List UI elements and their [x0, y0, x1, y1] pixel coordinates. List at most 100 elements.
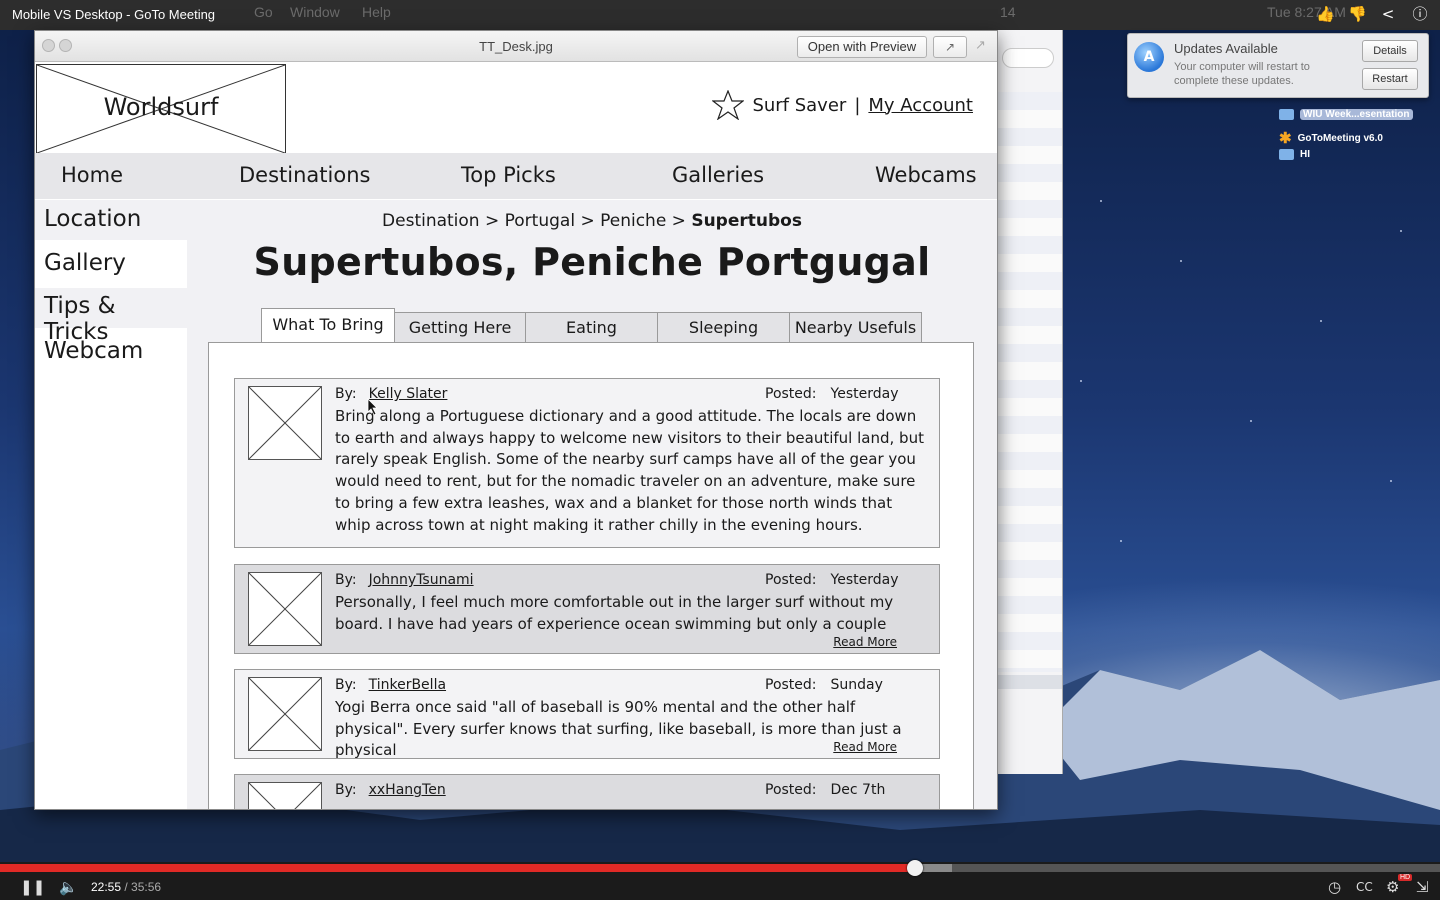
breadcrumb-path[interactable]: Destination > Portugal > Peniche > [382, 211, 691, 231]
search-field[interactable] [1002, 48, 1054, 68]
wireframe-image: Worldsurf Surf Saver | My Account Home D… [35, 62, 997, 809]
nav-destinations[interactable]: Destinations [239, 163, 370, 187]
menu-help[interactable]: Help [362, 4, 391, 20]
video-title[interactable]: Mobile VS Desktop - GoTo Meeting [12, 7, 215, 22]
tab-getting-here[interactable]: Getting Here [394, 312, 526, 344]
main-content: Destination > Portugal > Peniche > Super… [187, 200, 997, 809]
post-image-placeholder [248, 572, 322, 646]
nav-webcams[interactable]: Webcams [875, 163, 977, 187]
update-notification[interactable]: A Updates Available Your computer will r… [1127, 33, 1429, 98]
star [1400, 230, 1402, 232]
placeholder-x-icon [248, 782, 322, 809]
posted-value: Yesterday [830, 386, 899, 402]
by-label: By: [335, 386, 357, 402]
by-label: By: [335, 782, 357, 798]
post-date: Posted: Yesterday [765, 386, 898, 402]
placeholder-x-icon [248, 572, 322, 646]
by-label: By: [335, 572, 357, 588]
post-card: By: TinkerBella Posted: Sunday Yogi Berra … [234, 669, 940, 759]
fullscreen-icon[interactable]: ↗ [975, 38, 986, 53]
tab-what-to-bring[interactable]: What To Bring [261, 308, 395, 343]
desktop-item-app[interactable]: ✱ GoToMeeting v6.0 [1279, 129, 1383, 147]
star [1320, 320, 1322, 322]
post-date: Posted: Dec 7th [765, 782, 885, 798]
header-links: Surf Saver | My Account [712, 90, 973, 120]
dislike-icon[interactable]: 👎 [1348, 6, 1367, 22]
preview-window: TT_Desk.jpg Open with Preview ↗ ↗ Worlds… [34, 30, 998, 810]
open-with-preview-button[interactable]: Open with Preview [797, 36, 927, 58]
posted-value: Dec 7th [830, 782, 886, 798]
post-body: Personally, I feel much more comfortable… [335, 593, 894, 633]
progress-scrubber[interactable] [907, 860, 923, 876]
share-button[interactable]: ↗ [933, 36, 967, 58]
star-icon[interactable] [712, 90, 745, 120]
volume-icon[interactable]: 🔈 [59, 878, 78, 896]
surf-saver-link[interactable]: Surf Saver [752, 95, 846, 116]
post-date: Posted: Sunday [765, 677, 883, 693]
desktop-item-folder[interactable]: HI [1279, 149, 1310, 160]
nav-home[interactable]: Home [61, 163, 123, 187]
logo-placeholder[interactable]: Worldsurf [36, 64, 286, 154]
sidebar-item-gallery[interactable]: Gallery [44, 250, 126, 276]
share-icon[interactable]: < [1380, 6, 1396, 22]
background-window[interactable] [996, 30, 1063, 774]
settings-gear-icon[interactable]: ⚙ [1386, 878, 1399, 896]
menu-go[interactable]: Go [254, 4, 273, 20]
placeholder-x-icon [248, 677, 322, 751]
posted-label: Posted: [765, 782, 817, 798]
tab-sleeping[interactable]: Sleeping [657, 312, 790, 344]
desktop-item-label: HI [1300, 149, 1310, 160]
share-arrow-icon: ↗ [944, 40, 956, 54]
author-link[interactable]: xxHangTen [369, 782, 446, 798]
post-author: By: TinkerBella [335, 677, 446, 693]
author-link[interactable]: Kelly Slater [369, 386, 448, 402]
desktop-item-folder[interactable]: WIU Week...esentation [1279, 109, 1413, 120]
fullscreen-exit-icon[interactable]: ⇲ [1416, 878, 1429, 896]
post-author: By: JohnnyTsunami [335, 572, 474, 588]
sidebar-item-webcam[interactable]: Webcam [44, 338, 143, 364]
posted-value: Sunday [830, 677, 883, 693]
post-body: Bring along a Portuguese dictionary and … [335, 407, 924, 534]
my-account-link[interactable]: My Account [868, 95, 973, 116]
author-link[interactable]: JohnnyTsunami [369, 572, 474, 588]
like-icon[interactable]: 👍 [1316, 6, 1335, 22]
nav-top-picks[interactable]: Top Picks [461, 163, 556, 187]
star [1390, 480, 1392, 482]
breadcrumb-current: Supertubos [691, 211, 802, 231]
post-card: By: Kelly Slater Posted: Yesterday Bring a… [234, 378, 940, 548]
post-image-placeholder [248, 677, 322, 751]
watch-later-icon[interactable]: ◷ [1328, 878, 1341, 896]
desktop-item-label: WIU Week...esentation [1300, 109, 1413, 120]
breadcrumb: Destination > Portugal > Peniche > Super… [187, 211, 997, 231]
read-more-link[interactable]: Read More [833, 740, 897, 754]
pause-icon[interactable]: ❚❚ [20, 878, 45, 896]
list-footer [996, 675, 1062, 689]
star [1080, 380, 1082, 382]
folder-icon [1279, 109, 1294, 120]
info-icon[interactable]: ⓘ [1412, 6, 1428, 22]
details-button[interactable]: Details [1362, 40, 1418, 62]
post-author: By: xxHangTen [335, 782, 446, 798]
mouse-cursor-icon [367, 398, 378, 416]
sidebar-item-location[interactable]: Location [44, 206, 141, 232]
by-label: By: [335, 677, 357, 693]
window-titlebar[interactable]: TT_Desk.jpg Open with Preview ↗ ↗ [35, 31, 997, 62]
app-store-icon: A [1134, 42, 1164, 72]
tab-nearby-usefuls[interactable]: Nearby Usefuls [789, 312, 922, 344]
nav-galleries[interactable]: Galleries [672, 163, 764, 187]
logo-text: Worldsurf [103, 93, 219, 121]
read-more-link[interactable]: Read More [833, 635, 897, 649]
posted-label: Posted: [765, 386, 817, 402]
placeholder-x-icon [248, 386, 322, 460]
author-link[interactable]: TinkerBella [369, 677, 446, 693]
menu-window[interactable]: Window [290, 4, 340, 20]
captions-icon[interactable]: CC [1356, 880, 1373, 894]
duration: / 35:56 [124, 880, 162, 894]
notification-title: Updates Available [1174, 41, 1278, 56]
tab-eating[interactable]: Eating [525, 312, 658, 344]
restart-button[interactable]: Restart [1362, 68, 1418, 90]
progress-played [0, 864, 915, 872]
star [1100, 200, 1102, 202]
post-author: By: Kelly Slater [335, 386, 447, 402]
notification-body: Your computer will restart to complete t… [1174, 61, 1310, 87]
